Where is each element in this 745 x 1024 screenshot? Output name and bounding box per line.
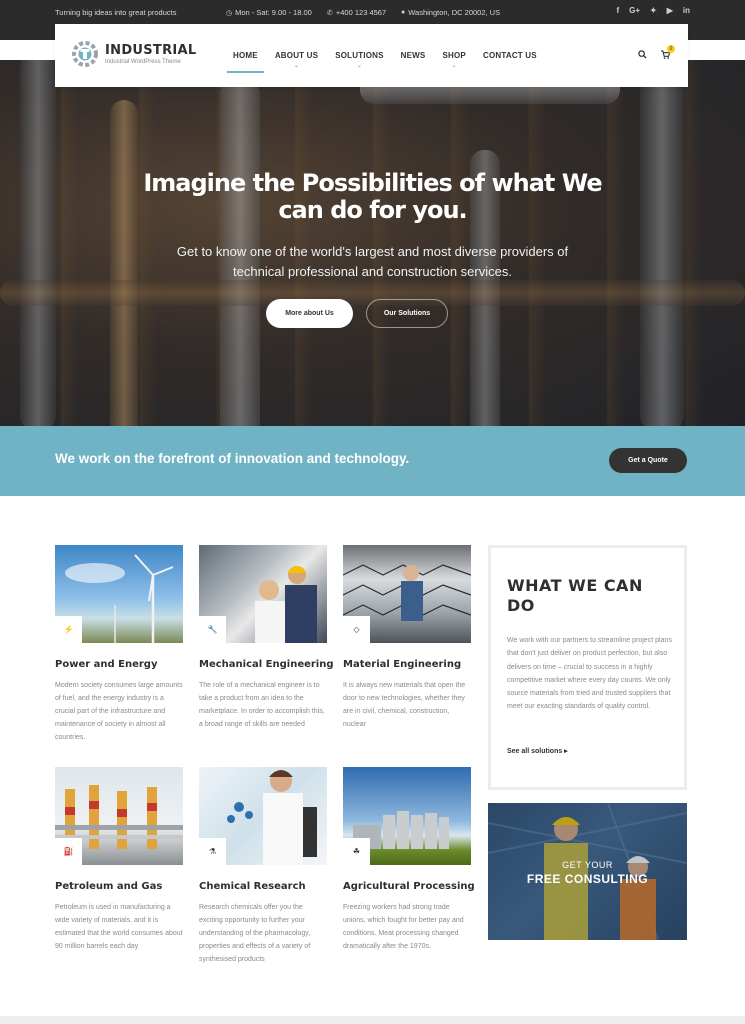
agricultural-processing-image[interactable]: ☘ [343, 767, 471, 865]
nav-home[interactable]: HOME [227, 51, 264, 73]
nav-about-us[interactable]: ABOUT US ⌄ [275, 51, 318, 69]
linkedin-icon[interactable]: in [683, 6, 690, 15]
oil-icon: ⛽ [55, 838, 82, 865]
phone-info[interactable]: ✆ +400 123 4567 [327, 8, 386, 17]
facebook-icon[interactable]: f [616, 6, 619, 15]
banner-text: We work on the forefront of innovation a… [55, 451, 410, 466]
service-title[interactable]: Material Engineering [343, 659, 471, 670]
service-desc: It is always new materials that open the… [343, 682, 466, 728]
service-desc: Modern society consumes large amounts of… [55, 682, 183, 741]
nav-news-label[interactable]: NEWS [401, 51, 426, 60]
consulting-line1: GET YOUR [562, 860, 613, 870]
service-card[interactable]: ⛽ Petroleum and Gas Petroleum is used in… [55, 767, 183, 953]
more-about-us-button[interactable]: More about Us [266, 299, 353, 328]
nav-shop-label[interactable]: SHOP [442, 51, 465, 60]
logo-tagline: Industrial WordPress Theme [105, 59, 181, 65]
main-nav: HOME ABOUT US ⌄ SOLUTIONS ⌄ NEWS SHOP ⌄ CON… [227, 51, 554, 73]
site-header: INDUSTRIAL Industrial WordPress Theme HO… [55, 24, 688, 87]
flask-icon: ⚗ [199, 838, 226, 865]
diamond-icon: ◇ [343, 616, 370, 643]
location-icon: ● [401, 9, 406, 16]
hero-section: Imagine the Possibilities of what We can… [0, 60, 745, 426]
service-desc: Research chemicals offer you the excitin… [199, 904, 311, 963]
power-energy-image[interactable]: ⚡ [55, 545, 183, 643]
service-title[interactable]: Power and Energy [55, 659, 183, 670]
service-card[interactable]: ⚡ Power and Energy Modern society consum… [55, 545, 183, 744]
phone-text[interactable]: +400 123 4567 [336, 8, 386, 17]
clock-icon: ◷ [226, 9, 233, 17]
google-plus-icon[interactable]: G+ [629, 6, 640, 15]
petroleum-gas-image[interactable]: ⛽ [55, 767, 183, 865]
logo-name: INDUSTRIAL [105, 43, 197, 58]
service-card[interactable]: ⚗ Chemical Research Research chemicals o… [199, 767, 327, 966]
service-card[interactable]: ◇ Material Engineering It is always new … [343, 545, 471, 731]
phone-icon: ✆ [327, 9, 333, 17]
nav-contact-us[interactable]: CONTACT US [483, 51, 537, 60]
service-card[interactable]: 🔧 Mechanical Engineering The role of a m… [199, 545, 334, 731]
chevron-down-icon: ⌄ [293, 63, 300, 69]
tagline: Turning big ideas into great products [55, 8, 177, 17]
bolt-icon: ⚡ [55, 616, 82, 643]
plant-icon: ☘ [343, 838, 370, 865]
nav-news[interactable]: NEWS [401, 51, 426, 60]
service-desc: The role of a mechanical engineer is to … [199, 682, 325, 728]
what-we-can-do-box: WHAT WE CAN DO We work with our partners… [488, 545, 687, 790]
nav-solutions-label[interactable]: SOLUTIONS [335, 51, 383, 60]
social-links: f G+ ✦ ▶ in [616, 6, 690, 15]
chevron-down-icon: ⌄ [451, 63, 457, 69]
nav-contact-us-label[interactable]: CONTACT US [483, 51, 537, 60]
our-solutions-button[interactable]: Our Solutions [366, 299, 448, 328]
hero-subtitle: Get to know one of the world's largest a… [176, 244, 569, 279]
service-title[interactable]: Mechanical Engineering [199, 659, 334, 670]
material-engineering-image[interactable]: ◇ [343, 545, 471, 643]
consulting-line2: FREE CONSULTING [526, 872, 649, 886]
nav-home-label[interactable]: HOME [233, 51, 258, 60]
logo[interactable]: INDUSTRIAL Industrial WordPress Theme [71, 40, 197, 68]
footer-strip [0, 1016, 745, 1024]
address-text: Washington, DC 20002, US [408, 8, 501, 17]
cart-icon[interactable]: 0 [661, 45, 675, 61]
nav-about-us-label[interactable]: ABOUT US [275, 51, 318, 60]
nav-solutions[interactable]: SOLUTIONS ⌄ [335, 51, 383, 69]
service-title[interactable]: Chemical Research [199, 881, 327, 892]
search-icon[interactable] [638, 50, 647, 62]
twitter-icon[interactable]: ✦ [650, 6, 657, 15]
get-a-quote-button[interactable]: Get a Quote [609, 448, 687, 473]
cta-banner: We work on the forefront of innovation a… [0, 426, 745, 496]
service-card[interactable]: ☘ Agricultural Processing Freezing worke… [343, 767, 475, 953]
cart-count-badge: 0 [667, 45, 675, 53]
chemical-research-image[interactable]: ⚗ [199, 767, 327, 865]
chevron-down-icon: ⌄ [356, 63, 363, 69]
mechanical-engineering-image[interactable]: 🔧 [199, 545, 327, 643]
hours-text: Mon - Sat: 9.00 - 18.00 [235, 8, 312, 17]
gear-logo-icon [71, 40, 99, 68]
hours-info: ◷ Mon - Sat: 9.00 - 18.00 [226, 8, 312, 17]
hero-title: Imagine the Possibilities of what We can… [143, 169, 602, 224]
service-desc: Petroleum is used in manufacturing a wid… [55, 904, 183, 950]
see-all-solutions-link[interactable]: See all solutions ▸ [507, 747, 568, 755]
address-info: ● Washington, DC 20002, US [401, 8, 500, 17]
youtube-icon[interactable]: ▶ [667, 6, 673, 15]
service-title[interactable]: Petroleum and Gas [55, 881, 183, 892]
free-consulting-banner[interactable]: GET YOUR FREE CONSULTING [488, 803, 687, 940]
nav-shop[interactable]: SHOP ⌄ [442, 51, 465, 69]
wrench-icon: 🔧 [199, 616, 226, 643]
what-we-can-do-desc: We work with our partners to streamline … [507, 637, 672, 711]
service-title[interactable]: Agricultural Processing [343, 881, 475, 892]
what-we-can-do-title: WHAT WE CAN DO [507, 576, 643, 615]
service-desc: Freezing workers had strong trade unions… [343, 904, 464, 950]
